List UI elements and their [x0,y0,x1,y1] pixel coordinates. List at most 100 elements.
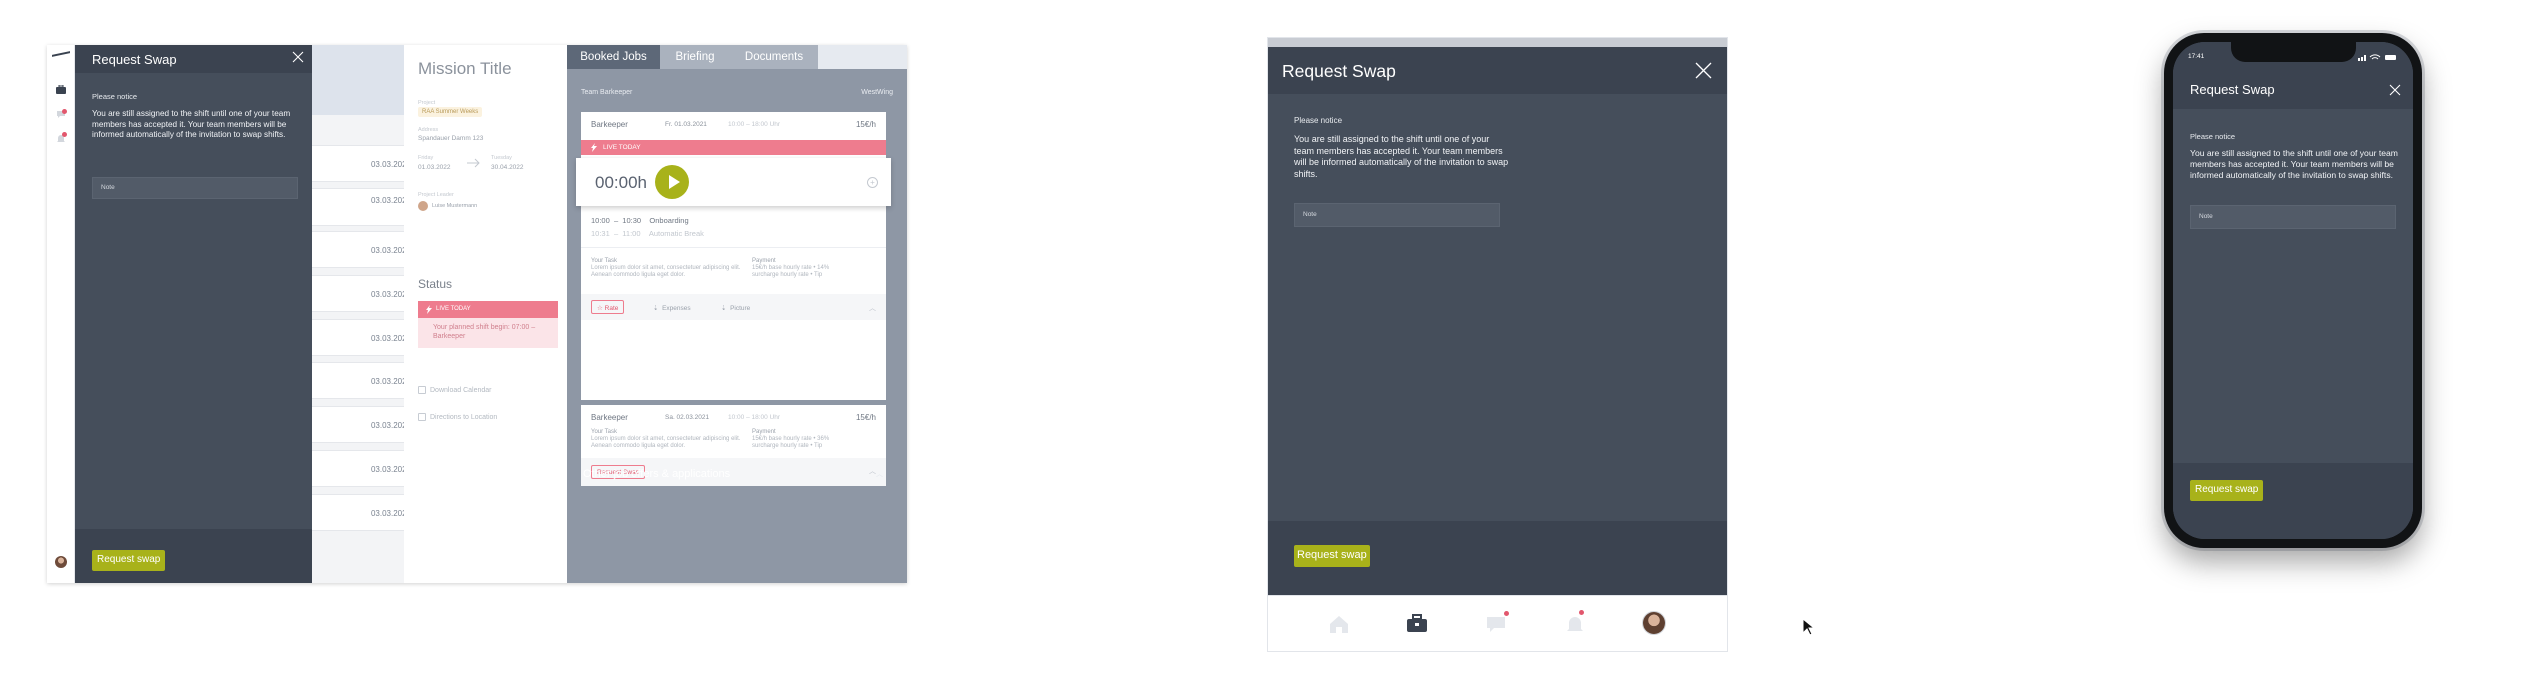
avatar[interactable] [55,556,67,568]
bell-icon[interactable] [1564,614,1586,634]
job-card[interactable]: Barkeeper Sa. 02.03.2021 10:00 – 18:00 U… [581,405,886,458]
panel-title: Request Swap [92,52,177,67]
payment-label: Payment [752,258,776,264]
task-text: Lorem ipsum dolor sit amet, consectetuer… [591,265,741,278]
status-time: 17:41 [2188,53,2205,60]
bell-notification-dot [1579,610,1584,615]
notice-message: You are still assigned to the shift unti… [1294,134,1509,179]
leader-label: Project Leader [418,192,454,198]
payment-label: Payment [752,429,776,435]
notice-message: You are still assigned to the shift unti… [92,109,291,139]
chevron-up-icon[interactable]: ︿ [876,469,883,479]
live-today-bar: LIVE TODAY [581,140,886,155]
home-icon[interactable] [1328,614,1350,634]
schedule-from: 10:31 [591,229,610,238]
tab-briefing[interactable]: Briefing [660,45,730,69]
jobs-panel: Booked Jobs Briefing Documents Team Bark… [567,45,907,583]
note-field[interactable]: Note [92,177,298,199]
job-card[interactable]: Barkeeper Fr. 01.03.2021 10:00 – 18:00 U… [581,112,886,400]
tablet-top-strip [1268,38,1727,47]
rate-button[interactable]: ☆ Rate [591,300,625,314]
payment-text: 15€/h base hourly rate • 14% surcharge h… [752,265,830,278]
tab-documents[interactable]: Documents [730,45,818,69]
task-label: Your Task [591,258,618,264]
schedule-to: 11:00 [622,229,641,238]
download-calendar-link[interactable]: Download Calendar [430,387,491,394]
app-logo [52,51,70,61]
schedule-item: 10:31 – 11:00 Automatic Break [591,229,704,238]
phone-notch [2231,42,2356,62]
expenses-link[interactable]: ⇣ Expenses [653,304,691,312]
tab-booked-jobs[interactable]: Booked Jobs [567,45,660,69]
chevron-up-icon[interactable]: ︿ [869,466,876,476]
team-location: WestWing [861,89,893,96]
job-time: 10:00 – 18:00 Uhr [728,414,781,421]
expenses-label: Expenses [662,305,691,312]
schedule-item: 10:00 – 10:30 Onboarding [591,216,689,225]
request-swap-button[interactable]: Request swap [92,550,166,571]
left-rail [47,45,75,583]
job-rate: 15€/h [855,120,876,129]
chevron-up-icon[interactable]: ︿ [869,303,876,313]
chat-icon[interactable] [1485,614,1507,634]
schedule-label: Automatic Break [648,229,704,238]
add-icon[interactable]: + [867,177,878,188]
end-label: Tuesday [491,155,512,161]
address-value: Spandauer Damm 123 [418,135,484,142]
lightning-icon [426,305,432,314]
end-date: 30.04.2022 [491,164,524,171]
live-today-label: LIVE TODAY [603,144,641,151]
note-field[interactable]: Note [2190,205,2396,229]
leader-avatar [418,201,428,211]
notice-message: You are still assigned to the shift unti… [2190,148,2398,180]
team-label: Team Barkeeper [581,89,633,96]
arrow-right-icon [467,158,480,168]
schedule-from: 10:00 [591,216,610,225]
mission-detail: Mission Title Project RAA Summer Weeks A… [404,45,567,583]
canvas: 03.03.2021 03.03.2021 03.03.2021 03.03.2… [0,0,2542,698]
panel-title: Request Swap [2190,82,2275,97]
request-swap-button[interactable]: Request swap [2190,480,2264,501]
note-field[interactable]: Note [1294,203,1500,227]
panel-footer: Request swap [75,529,312,583]
close-icon[interactable] [292,51,304,63]
request-swap-button[interactable]: Request swap [1294,545,1370,567]
briefcase-icon[interactable] [1406,614,1428,634]
panel-header: Request Swap [2173,72,2413,109]
timer-value: 00:00h [595,173,647,192]
panel-title: Request Swap [1282,61,1396,81]
task-label: Your Task [591,429,618,435]
job-time: 10:00 – 18:00 Uhr [728,121,781,128]
phone-mockup: 17:41 Request Swap Please notice You are… [2164,33,2422,548]
desktop-mockup: 03.03.2021 03.03.2021 03.03.2021 03.03.2… [47,45,907,583]
chat-notification-dot [62,109,67,114]
start-date: 01.03.2022 [418,164,451,171]
picture-link[interactable]: ⇣ Picture [721,304,750,312]
rate-label: Rate [604,305,619,312]
panel-footer: Request swap [1268,521,1727,595]
job-date: Fr. 01.03.2021 [665,121,707,128]
play-button[interactable] [655,165,689,199]
task-text: Lorem ipsum dolor sit amet, consectetuer… [591,436,741,449]
close-icon[interactable] [1695,62,1712,79]
other-offers-heading[interactable]: Other job offers & applications [583,468,730,480]
job-rate: 15€/h [855,413,876,422]
job-date: Sa. 02.03.2021 [665,414,710,421]
notice-label: Please notice [2190,132,2236,141]
live-today-badge: LIVE TODAY [418,301,558,318]
mouse-cursor-icon [1802,618,1816,636]
status-text: Your planned shift begin: 07:00 – Barkee… [418,318,558,348]
briefcase-icon[interactable] [56,85,66,94]
avatar[interactable] [1643,612,1665,634]
picture-label: Picture [730,305,751,312]
request-swap-panel-desktop: Request Swap Please notice You are still… [75,45,312,583]
close-icon[interactable] [2389,84,2401,96]
leader-name: Luise Mustermann [432,203,478,209]
start-label: Friday [418,155,434,161]
signal-wifi-battery-icon [2358,54,2396,61]
schedule-label: Onboarding [649,216,689,225]
status-heading: Status [418,277,453,291]
directions-link[interactable]: Directions to Location [430,414,497,421]
bottom-nav [1268,595,1727,651]
panel-header: Request Swap [75,45,312,73]
